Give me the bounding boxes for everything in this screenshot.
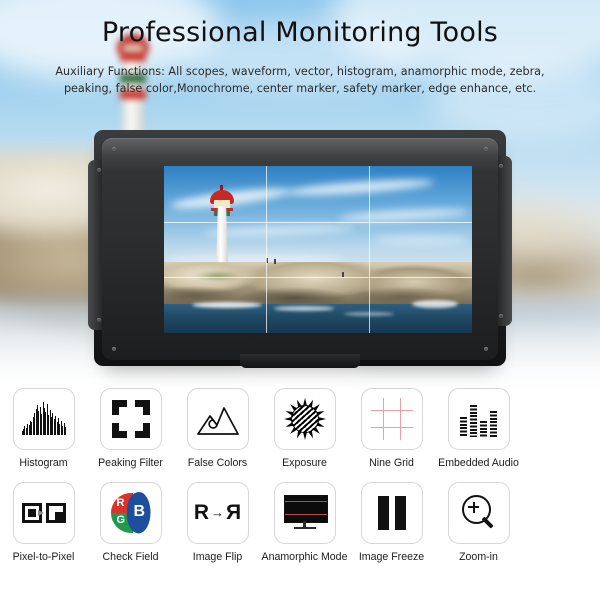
feature-label: False Colors <box>187 457 248 469</box>
feature-label: Embedded Audio <box>438 457 519 469</box>
feature-row-2: Pixel-to-Pixel R G B Check Field R → R I… <box>0 481 600 564</box>
lighthouse <box>205 184 239 271</box>
feature-label: Zoom-in <box>459 550 498 563</box>
monitor-base-plate <box>240 354 360 368</box>
feature-label: Nine Grid <box>369 457 414 469</box>
product-feature-page: Professional Monitoring Tools Auxiliary … <box>0 0 600 600</box>
nine-grid-line-vertical <box>266 166 267 333</box>
feature-label: Check Field <box>102 550 159 563</box>
image-freeze-icon <box>360 481 423 544</box>
feature-icon-grid: Histogram Peaking Filter False Colors Ex… <box>0 388 600 563</box>
feature-item-nine-grid[interactable]: Nine Grid <box>349 388 435 470</box>
feature-row-1: Histogram Peaking Filter False Colors Ex… <box>0 388 600 470</box>
feature-item-check-field[interactable]: R G B Check Field <box>88 481 174 564</box>
false-colors-icon <box>186 388 249 450</box>
anamorphic-mode-icon <box>273 481 336 544</box>
feature-label: Image Flip <box>192 550 243 563</box>
feature-item-exposure[interactable]: Exposure <box>262 388 348 470</box>
nine-grid-icon <box>360 388 423 450</box>
nine-grid-line-horizontal <box>164 277 472 278</box>
monitor-screen[interactable] <box>164 166 472 333</box>
image-flip-letter: R <box>193 500 209 524</box>
feature-item-image-flip[interactable]: R → R Image Flip <box>175 481 261 564</box>
monitor-body <box>102 138 498 360</box>
feature-item-anamorphic-mode[interactable]: Anamorphic Mode <box>261 481 348 564</box>
exposure-zebra-sun-icon <box>273 388 336 450</box>
feature-item-zoom-in[interactable]: Zoom-in <box>436 481 522 564</box>
feature-label: Pixel-to-Pixel <box>12 550 75 563</box>
feature-item-embedded-audio[interactable]: Embedded Audio <box>436 388 522 470</box>
image-flip-arrow: → <box>211 505 224 520</box>
feature-label: Image Freeze <box>358 550 425 563</box>
peaking-filter-icon <box>99 388 162 450</box>
feature-label: Peaking Filter <box>98 457 163 469</box>
image-flip-letter-mirrored: R <box>226 500 242 524</box>
page-title: Professional Monitoring Tools <box>101 17 499 48</box>
zoom-in-icon <box>447 481 510 544</box>
check-field-r-label: R <box>116 496 125 509</box>
nine-grid-line-horizontal <box>164 222 472 223</box>
nine-grid-line-vertical <box>369 166 370 333</box>
feature-label: Anamorphic Mode <box>261 550 348 563</box>
screen-image-lighthouse <box>164 166 472 333</box>
feature-item-image-freeze[interactable]: Image Freeze <box>349 481 435 564</box>
embedded-audio-icon <box>447 388 510 450</box>
histogram-icon <box>12 388 75 450</box>
feature-item-histogram[interactable]: Histogram <box>1 388 87 470</box>
pixel-to-pixel-icon <box>12 481 75 544</box>
check-field-b-label: B <box>133 502 146 520</box>
page-subtitle: Auxiliary Functions: All scopes, wavefor… <box>55 65 545 95</box>
camera-field-monitor <box>88 126 512 370</box>
check-field-g-label: G <box>116 513 126 526</box>
image-flip-icon: R → R <box>186 481 249 544</box>
feature-item-pixel-to-pixel[interactable]: Pixel-to-Pixel <box>1 481 87 564</box>
check-field-icon: R G B <box>99 481 162 544</box>
feature-item-peaking-filter[interactable]: Peaking Filter <box>88 388 174 470</box>
feature-label: Exposure <box>282 457 327 469</box>
feature-label: Histogram <box>19 457 68 469</box>
feature-item-false-colors[interactable]: False Colors <box>175 388 261 470</box>
